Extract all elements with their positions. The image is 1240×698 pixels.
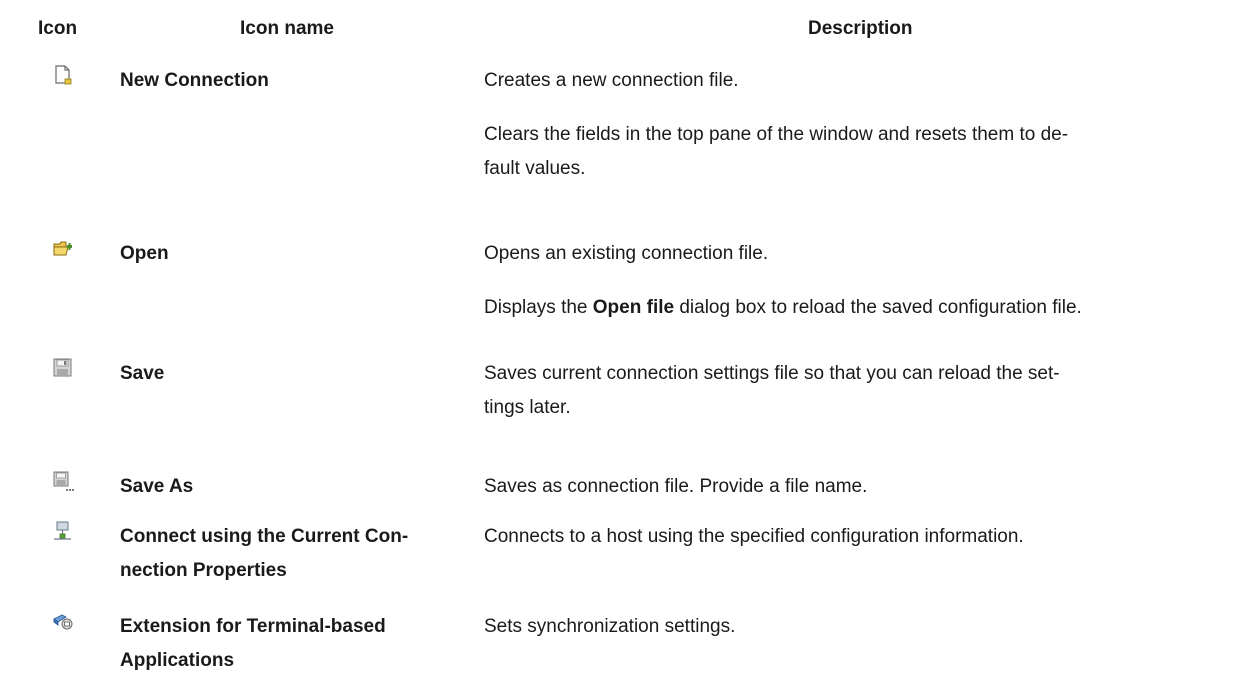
row-name: Connect using the Current Con- nection P… bbox=[120, 526, 409, 581]
row-name: Extension for Terminal-based Application… bbox=[120, 616, 386, 671]
row-description: Saves current connection settings file s… bbox=[484, 363, 1060, 418]
header-icon-name: Icon name bbox=[240, 18, 334, 39]
open-folder-icon bbox=[52, 237, 72, 257]
header-description: Description bbox=[808, 18, 913, 39]
save-icon bbox=[52, 357, 72, 377]
row-name: Save bbox=[120, 363, 165, 384]
row-name: New Connection bbox=[120, 70, 269, 91]
row-description: Creates a new connection file. Clears th… bbox=[484, 70, 1069, 179]
extension-terminal-icon bbox=[52, 610, 73, 630]
row-description: Connects to a host using the specified c… bbox=[484, 526, 1024, 547]
new-connection-icon bbox=[52, 64, 72, 85]
header-icon: Icon bbox=[38, 18, 78, 39]
row-description: Opens an existing connection file. Displ… bbox=[484, 243, 1082, 318]
save-as-icon bbox=[52, 470, 74, 491]
row-name: Open bbox=[120, 243, 169, 264]
row-name: Save As bbox=[120, 476, 194, 497]
connect-network-icon bbox=[52, 520, 72, 540]
row-description: Sets synchronization settings. bbox=[484, 616, 736, 637]
row-description: Saves as connection file. Provide a file… bbox=[484, 476, 868, 497]
